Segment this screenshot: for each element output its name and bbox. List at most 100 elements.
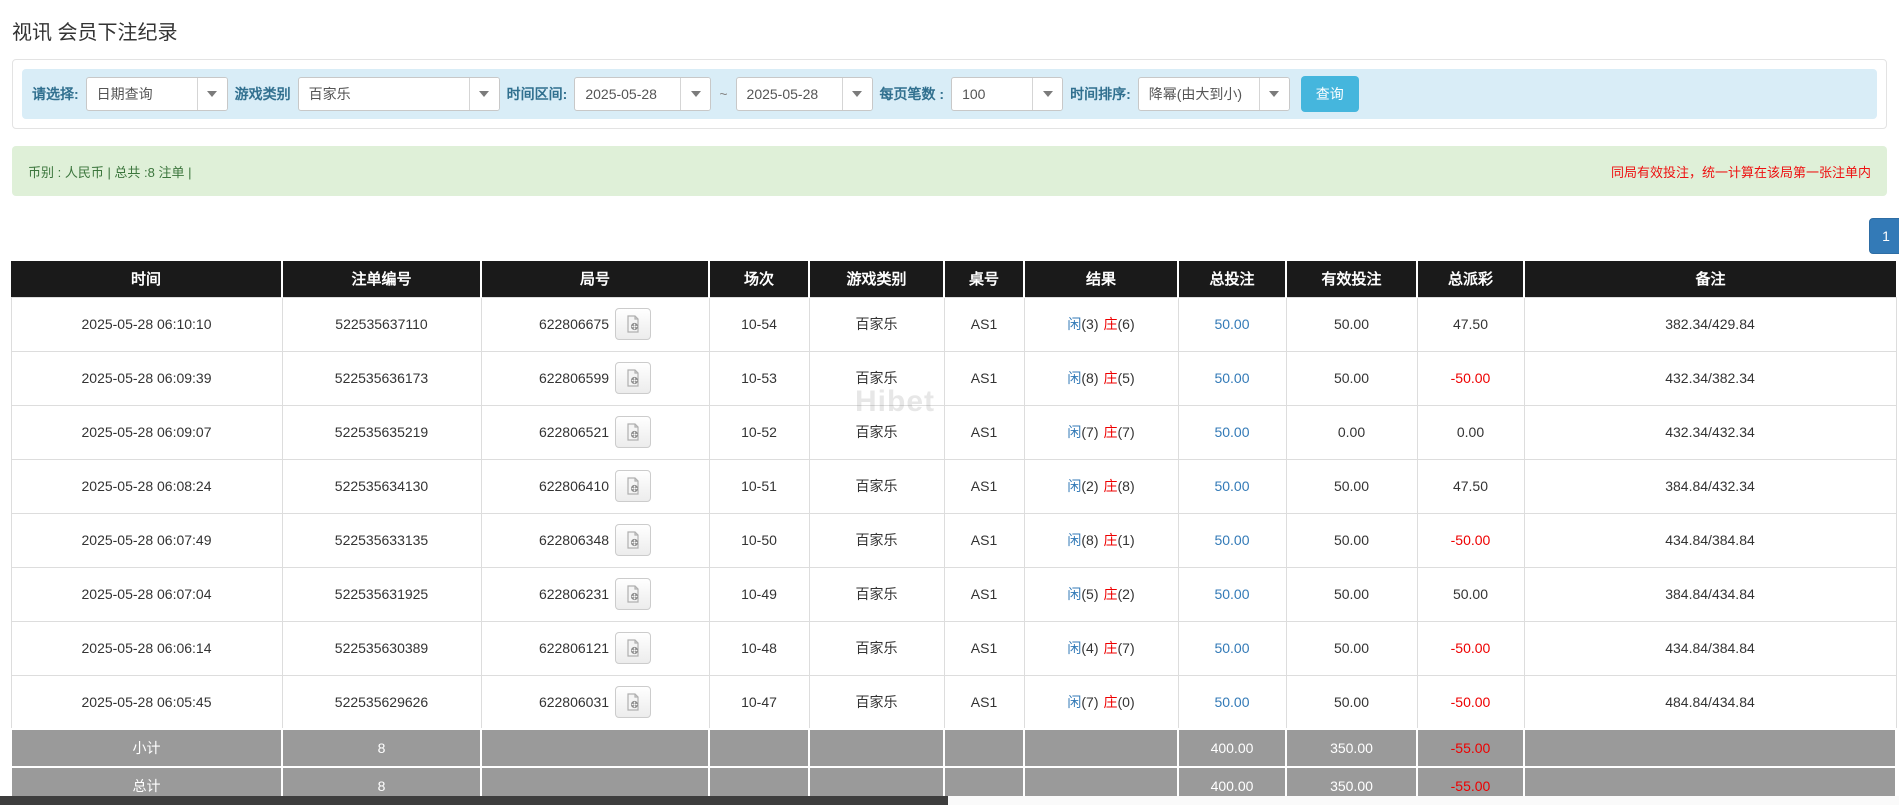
- cell-result: 闲(4) 庄(7): [1023, 620, 1179, 676]
- header-game-type: 游戏类别: [809, 261, 945, 297]
- subtotal-row: 小计 8 400.00 350.00 -55.00: [10, 728, 1897, 768]
- table-row: 2025-05-28 06:10:10 522535637110 6228066…: [10, 296, 1897, 352]
- cell-bet-id: 522535631925: [281, 566, 482, 622]
- table-header: 时间 注单编号 局号 场次 游戏类别 桌号 结果 总投注 有效投注 总派彩 备注: [11, 261, 1896, 297]
- cell-total-bet: 50.00: [1177, 404, 1287, 460]
- cell-total-bet: 50.00: [1177, 458, 1287, 514]
- cell-game-type: 百家乐: [808, 620, 945, 676]
- cell-total-bet: 50.00: [1177, 350, 1287, 406]
- date-to-input[interactable]: 2025-05-28: [735, 77, 873, 111]
- cell-bet-id: 522535635219: [281, 404, 482, 460]
- player-label: 闲: [1067, 478, 1082, 494]
- banker-label: 庄: [1103, 370, 1118, 386]
- cell-result: 闲(5) 庄(2): [1023, 566, 1179, 622]
- cell-session: 10-49: [708, 566, 810, 622]
- game-type-select[interactable]: 百家乐: [297, 77, 500, 111]
- cell-total-bet: 50.00: [1177, 296, 1287, 352]
- cell-table-no: AS1: [943, 404, 1025, 460]
- cell-valid-bet: 50.00: [1285, 512, 1418, 568]
- chevron-down-icon[interactable]: [1032, 78, 1063, 110]
- select-label: 请选择:: [32, 86, 79, 102]
- player-label: 闲: [1067, 693, 1082, 710]
- video-replay-button[interactable]: [615, 416, 652, 448]
- page-1-button[interactable]: 1: [1869, 218, 1899, 254]
- video-replay-button[interactable]: [615, 524, 652, 556]
- cell-total-bet: 50.00: [1177, 674, 1287, 730]
- horizontal-scrollbar[interactable]: [0, 796, 1899, 805]
- cell-game-type: 百家乐: [808, 458, 945, 514]
- total-bet-link[interactable]: 50.00: [1214, 424, 1249, 440]
- video-replay-button[interactable]: [615, 362, 652, 394]
- player-label: 闲: [1067, 586, 1082, 602]
- game-type-value: 百家乐: [308, 86, 351, 102]
- chevron-down-icon[interactable]: [1258, 78, 1289, 110]
- cell-result: 闲(8) 庄(1): [1023, 512, 1179, 568]
- page-size-select[interactable]: 100: [951, 77, 1064, 111]
- subtotal-valid-bet: 350.00: [1285, 728, 1418, 768]
- chevron-down-icon[interactable]: [841, 78, 872, 110]
- cell-table-no: AS1: [943, 620, 1025, 676]
- table-footer: 小计 8 400.00 350.00 -55.00 总计 8 400.00 35…: [10, 728, 1897, 805]
- cell-payout: 50.00: [1416, 566, 1525, 622]
- subtotal-total-bet: 400.00: [1177, 728, 1287, 768]
- total-bet-link[interactable]: 50.00: [1214, 586, 1249, 602]
- cell-payout: 0.00: [1416, 404, 1525, 460]
- cell-bet-id: 522535637110: [281, 296, 482, 352]
- video-replay-button[interactable]: [615, 632, 652, 664]
- total-bet-link[interactable]: 50.00: [1214, 640, 1249, 656]
- search-button[interactable]: 查询: [1300, 76, 1359, 112]
- chevron-down-icon[interactable]: [196, 78, 227, 110]
- table-row: 2025-05-28 06:07:04 522535631925 6228062…: [10, 566, 1897, 622]
- header-total-bet: 总投注: [1178, 261, 1287, 297]
- banker-label: 庄: [1103, 640, 1118, 656]
- film-file-icon: [627, 585, 639, 603]
- cell-remark: 432.34/432.34: [1523, 404, 1897, 460]
- total-bet-link[interactable]: 50.00: [1214, 478, 1249, 494]
- cell-valid-bet: 50.00: [1285, 674, 1418, 730]
- video-replay-button[interactable]: [615, 685, 652, 718]
- page-title: 视讯 会员下注纪录: [12, 22, 178, 44]
- sort-label: 时间排序:: [1070, 86, 1131, 102]
- subtotal-count: 8: [281, 728, 482, 768]
- cell-session: 10-53: [708, 350, 810, 406]
- cell-time: 2025-05-28 06:08:24: [10, 458, 283, 514]
- header-table-no: 桌号: [944, 261, 1025, 297]
- total-bet-link[interactable]: 50.00: [1214, 370, 1249, 386]
- video-replay-button[interactable]: [615, 308, 652, 340]
- banker-label: 庄: [1103, 316, 1118, 332]
- cell-remark: 384.84/434.84: [1523, 566, 1897, 622]
- cell-valid-bet: 0.00: [1285, 404, 1418, 460]
- time-range-label: 时间区间:: [506, 86, 568, 102]
- total-bet-link[interactable]: 50.00: [1214, 532, 1249, 548]
- cell-payout: -50.00: [1416, 620, 1525, 676]
- query-type-select[interactable]: 日期查询: [85, 77, 228, 111]
- cell-bet-id: 522535630389: [281, 620, 482, 676]
- total-bet-link[interactable]: 50.00: [1214, 694, 1249, 710]
- filter-bar: 请选择: 日期查询 游戏类别 百家乐 时间区间: 2025-05-28 ~ 20…: [22, 69, 1877, 119]
- chevron-down-icon[interactable]: [468, 78, 499, 110]
- page-size-label: 每页笔数 :: [879, 86, 945, 102]
- cell-round-id: 622806231: [480, 566, 710, 622]
- video-replay-button[interactable]: [615, 470, 652, 502]
- cell-table-no: AS1: [943, 674, 1025, 730]
- cell-time: 2025-05-28 06:07:04: [10, 566, 283, 622]
- banker-label: 庄: [1103, 532, 1118, 548]
- cell-round-id: 622806031: [480, 674, 710, 730]
- chevron-down-icon[interactable]: [680, 78, 711, 110]
- total-bet-link[interactable]: 50.00: [1214, 316, 1249, 332]
- cell-remark: 484.84/434.84: [1523, 674, 1897, 730]
- cell-time: 2025-05-28 06:05:45: [10, 674, 283, 730]
- summary-bar: 币别 : 人民币 | 总共 :8 注单 | 同局有效投注，统一计算在该局第一张注…: [12, 146, 1887, 196]
- scrollbar-thumb[interactable]: [0, 796, 948, 805]
- video-replay-button[interactable]: [615, 578, 652, 610]
- cell-round-id: 622806675: [480, 296, 710, 352]
- date-from-input[interactable]: 2025-05-28: [574, 77, 712, 111]
- cell-total-bet: 50.00: [1177, 512, 1287, 568]
- header-payout: 总派彩: [1417, 261, 1525, 297]
- cell-session: 10-51: [708, 458, 810, 514]
- sort-select[interactable]: 降幂(由大到小): [1137, 77, 1290, 111]
- header-time: 时间: [11, 261, 283, 297]
- player-label: 闲: [1067, 316, 1082, 332]
- film-file-icon: [627, 531, 639, 549]
- cell-round-id: 622806121: [480, 620, 710, 676]
